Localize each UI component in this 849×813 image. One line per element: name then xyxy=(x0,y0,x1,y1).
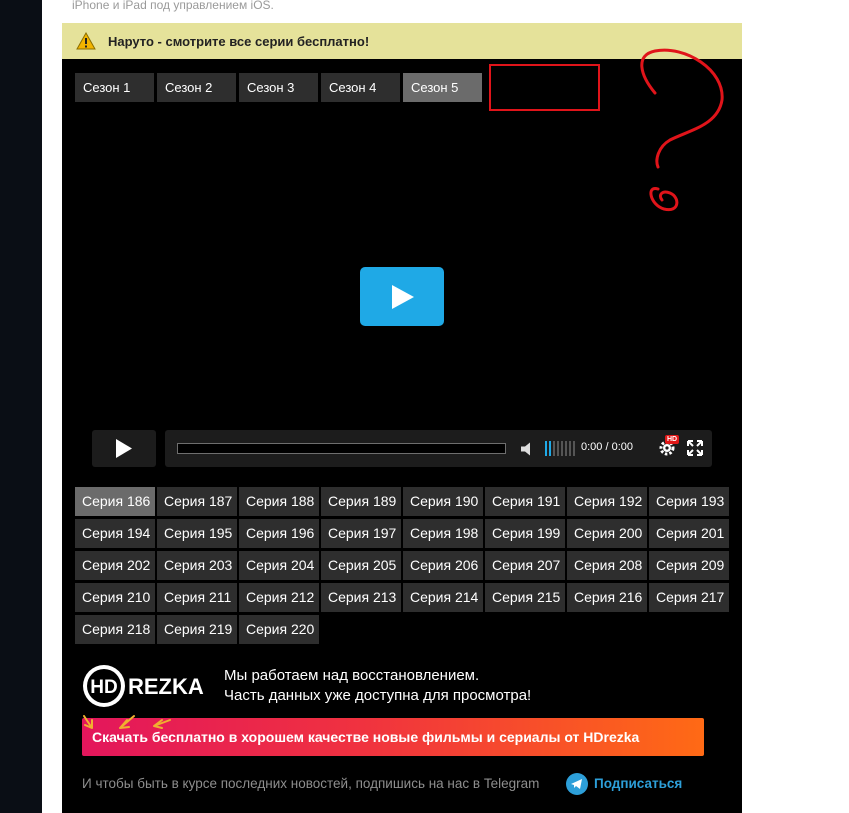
notice-text: Наруто - смотрите все серии бесплатно! xyxy=(108,33,370,49)
tab-season-4[interactable]: Сезон 4 xyxy=(321,73,400,102)
volume-bar xyxy=(557,441,559,456)
big-play-button[interactable] xyxy=(360,267,444,326)
hdrezka-logo: HD REZKA xyxy=(83,665,204,707)
tab-season-1[interactable]: Сезон 1 xyxy=(75,73,154,102)
episode-button[interactable]: Серия 215 xyxy=(485,583,565,612)
volume-bar xyxy=(545,441,547,456)
episode-button[interactable]: Серия 205 xyxy=(321,551,401,580)
episode-button[interactable]: Серия 197 xyxy=(321,519,401,548)
volume-bar xyxy=(561,441,563,456)
promo-message-line2: Часть данных уже доступна для просмотра! xyxy=(224,687,532,704)
hd-badge: HD xyxy=(665,435,680,444)
episode-button[interactable]: Серия 192 xyxy=(567,487,647,516)
telegram-text: И чтобы быть в курсе последних новостей,… xyxy=(82,776,540,791)
episode-button[interactable]: Серия 219 xyxy=(157,615,237,644)
telegram-icon[interactable] xyxy=(566,773,588,795)
episode-button[interactable]: Серия 211 xyxy=(157,583,237,612)
episode-button[interactable]: Серия 187 xyxy=(157,487,237,516)
volume-bar xyxy=(565,441,567,456)
tab-season-3[interactable]: Сезон 3 xyxy=(239,73,318,102)
episode-button[interactable]: Серия 196 xyxy=(239,519,319,548)
episode-button[interactable]: Серия 198 xyxy=(403,519,483,548)
episode-button[interactable]: Серия 216 xyxy=(567,583,647,612)
episode-button[interactable]: Серия 191 xyxy=(485,487,565,516)
play-icon xyxy=(116,439,132,458)
player-controls: 0:00 / 0:00 HD xyxy=(165,430,712,467)
tab-season-5[interactable]: Сезон 5 xyxy=(403,73,482,102)
red-annotation-box xyxy=(489,64,600,111)
volume-bar xyxy=(569,441,571,456)
episode-button[interactable]: Серия 206 xyxy=(403,551,483,580)
episode-button[interactable]: Серия 207 xyxy=(485,551,565,580)
episode-button[interactable]: Серия 203 xyxy=(157,551,237,580)
episode-button[interactable]: Серия 195 xyxy=(157,519,237,548)
fullscreen-icon[interactable] xyxy=(687,440,703,456)
episode-button[interactable]: Серия 201 xyxy=(649,519,729,548)
episode-button[interactable]: Серия 217 xyxy=(649,583,729,612)
episode-button[interactable]: Серия 190 xyxy=(403,487,483,516)
warning-icon xyxy=(76,32,96,50)
arrows-annotation xyxy=(83,715,171,729)
top-text: iPhone и iPad под управлением iOS. xyxy=(72,0,274,12)
play-icon xyxy=(392,285,414,309)
episode-button[interactable]: Серия 200 xyxy=(567,519,647,548)
episode-button[interactable]: Серия 194 xyxy=(75,519,155,548)
progress-bar[interactable] xyxy=(177,443,506,454)
episode-button[interactable]: Серия 199 xyxy=(485,519,565,548)
promo-message: Мы работаем над восстановлением. Часть д… xyxy=(224,666,531,706)
volume-slider[interactable] xyxy=(545,441,575,456)
episode-button[interactable]: Серия 204 xyxy=(239,551,319,580)
episode-button[interactable]: Серия 189 xyxy=(321,487,401,516)
episode-button[interactable]: Серия 188 xyxy=(239,487,319,516)
episode-button[interactable]: Серия 209 xyxy=(649,551,729,580)
episode-button[interactable]: Серия 202 xyxy=(75,551,155,580)
episode-button[interactable]: Серия 212 xyxy=(239,583,319,612)
volume-bar xyxy=(549,441,551,456)
logo-hd-text: HD xyxy=(90,677,117,698)
logo-rezka-text: REZKA xyxy=(128,674,204,699)
volume-icon[interactable] xyxy=(521,442,535,456)
volume-bar xyxy=(553,441,555,456)
episode-button[interactable]: Серия 208 xyxy=(567,551,647,580)
time-display: 0:00 / 0:00 xyxy=(581,441,633,453)
volume-bar xyxy=(573,441,575,456)
left-dark-strip xyxy=(0,0,42,813)
tab-season-2[interactable]: Сезон 2 xyxy=(157,73,236,102)
episode-button[interactable]: Серия 213 xyxy=(321,583,401,612)
episode-button[interactable]: Серия 210 xyxy=(75,583,155,612)
control-play-button[interactable] xyxy=(92,430,156,467)
subscribe-link[interactable]: Подписаться xyxy=(594,776,682,791)
episode-button[interactable]: Серия 186 xyxy=(75,487,155,516)
promo-message-line1: Мы работаем над восстановлением. xyxy=(224,667,480,684)
question-mark-annotation xyxy=(640,48,724,212)
episode-button[interactable]: Серия 218 xyxy=(75,615,155,644)
episode-button[interactable]: Серия 214 xyxy=(403,583,483,612)
episode-button[interactable]: Серия 193 xyxy=(649,487,729,516)
episode-button[interactable]: Серия 220 xyxy=(239,615,319,644)
